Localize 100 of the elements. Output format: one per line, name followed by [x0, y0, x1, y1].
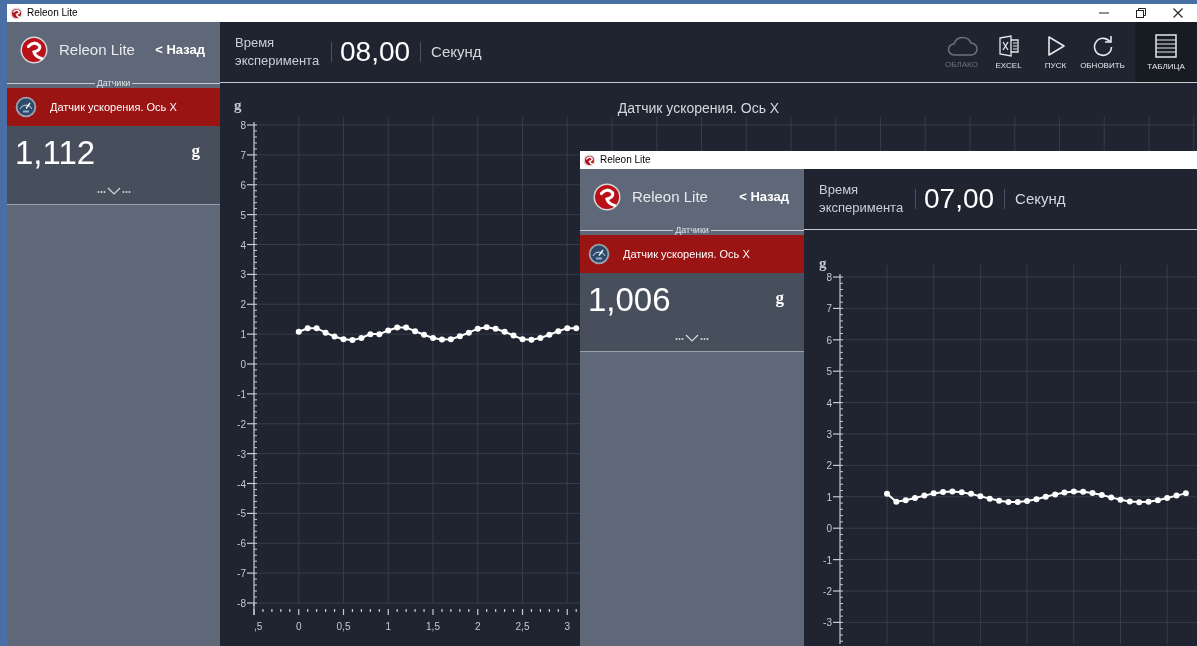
time-label: Время эксперимента: [819, 181, 905, 217]
unit-label: g: [775, 288, 784, 306]
data-point: [555, 328, 562, 335]
data-point: [546, 331, 553, 338]
data-point: [412, 328, 419, 335]
data-point: [421, 331, 428, 338]
time-label: Время эксперимента: [235, 34, 321, 70]
axis-tick-label: 5: [240, 209, 246, 221]
axis-tick-label: -6: [237, 538, 246, 550]
axis-tick-label: 1: [385, 621, 392, 632]
axis-tick-label: -2: [237, 418, 246, 430]
section-label: Датчики: [95, 78, 132, 88]
close-icon: [1172, 8, 1183, 18]
axis-tick-label: 2: [240, 299, 246, 311]
spreadsheet-icon: [996, 34, 1021, 58]
axis-tick-label: -1: [823, 554, 832, 566]
axis-tick-label: 0: [295, 621, 302, 632]
data-point: [456, 333, 463, 340]
data-point: [528, 336, 535, 343]
axis-tick-label: 6: [826, 334, 832, 346]
expand-button[interactable]: [96, 186, 131, 196]
axis-tick-label: 6: [240, 179, 246, 191]
axis-tick-label: 8: [826, 272, 832, 283]
data-point: [519, 336, 526, 343]
chevron-down-icon: [675, 333, 709, 343]
axis-tick-label: 0,5: [336, 621, 351, 632]
axis-tick-label: 2: [826, 460, 832, 472]
axis-tick-label: 4: [826, 397, 832, 409]
data-point: [331, 333, 338, 340]
window-title: Releon Lite: [600, 155, 651, 165]
data-point: [376, 331, 383, 338]
toolbar-button[interactable]: ТАБЛИЦА: [1135, 22, 1197, 82]
toolbar-button[interactable]: EXCEL: [985, 22, 1032, 82]
data-point: [438, 336, 445, 343]
data-point: [385, 327, 392, 334]
data-point: [304, 325, 311, 332]
data-point: [492, 325, 499, 332]
axis-tick-label: 0: [240, 359, 246, 370]
data-point: [367, 331, 374, 338]
data-point: [295, 328, 302, 335]
axis-tick-label: 7: [826, 303, 832, 315]
app-logo-icon: [20, 36, 48, 64]
data-point: [394, 324, 401, 331]
chevron-down-icon: [96, 186, 131, 196]
data-point: [537, 335, 544, 341]
axis-tick-label: 1,5: [426, 621, 440, 632]
data-point: [447, 336, 454, 343]
axis-tick-label: 7: [240, 149, 246, 161]
data-point: [403, 324, 410, 331]
data-point: [322, 329, 329, 336]
axis-title: g: [234, 97, 242, 113]
axis-tick-label: 3: [826, 429, 832, 440]
back-button[interactable]: < Назад: [155, 40, 205, 60]
axis-title: g: [819, 255, 827, 271]
data-point: [349, 337, 356, 344]
chart-title: Датчик ускорения. Ось X: [617, 100, 780, 116]
time-unit: Секунд: [1015, 188, 1066, 209]
app-name: Releon Lite: [632, 186, 708, 207]
sensor-value: 1,112: [15, 135, 96, 169]
time-value: 07,00: [924, 185, 995, 213]
app-logo-icon: [593, 183, 621, 211]
axis-tick-label: 2,5: [515, 621, 530, 632]
data-point: [358, 335, 365, 341]
gauge-icon: [15, 96, 37, 118]
back-button[interactable]: < Назад: [739, 187, 789, 207]
axis-tick-label: -4: [237, 478, 246, 490]
data-point: [340, 336, 347, 343]
data-point: [465, 329, 472, 336]
axis-tick-label: -3: [237, 448, 246, 460]
axis-tick-label: ,5: [254, 621, 263, 632]
axis-tick-label: 2: [474, 621, 481, 632]
cloud-icon: [945, 35, 978, 57]
axis-tick-label: -5: [237, 508, 246, 520]
time-value: 08,00: [340, 38, 411, 66]
window-title: Releon Lite: [27, 8, 78, 18]
app-name: Releon Lite: [59, 39, 135, 60]
axis-tick-label: 5: [826, 366, 832, 378]
axis-tick-label: -7: [237, 568, 246, 580]
axis-tick-label: 3: [564, 621, 571, 632]
data-point: [573, 325, 580, 332]
sensor-item[interactable]: Датчик ускорения. Ось X: [580, 235, 804, 273]
axis-tick-label: -2: [823, 586, 832, 597]
data-point: [430, 335, 436, 341]
axis-tick-label: -1: [237, 388, 246, 400]
axis-tick-label: 1: [826, 491, 832, 503]
time-unit: Секунд: [431, 41, 482, 62]
toolbar-button[interactable]: ПУСК: [1032, 22, 1079, 82]
toolbar-button[interactable]: ОБНОВИТЬ: [1079, 22, 1126, 82]
axis-tick-label: 8: [240, 120, 246, 131]
data-point: [564, 325, 571, 332]
data-point: [501, 328, 508, 335]
axis-tick-label: 4: [240, 239, 246, 251]
axis-tick-label: 3: [240, 269, 246, 281]
unit-label: g: [191, 141, 200, 159]
data-point: [483, 324, 490, 331]
axis-tick-label: -8: [237, 598, 246, 609]
sensor-item[interactable]: Датчик ускорения. Ось X: [7, 88, 220, 126]
table-icon: [1154, 33, 1178, 59]
data-point: [313, 325, 320, 332]
expand-button[interactable]: [675, 333, 709, 343]
